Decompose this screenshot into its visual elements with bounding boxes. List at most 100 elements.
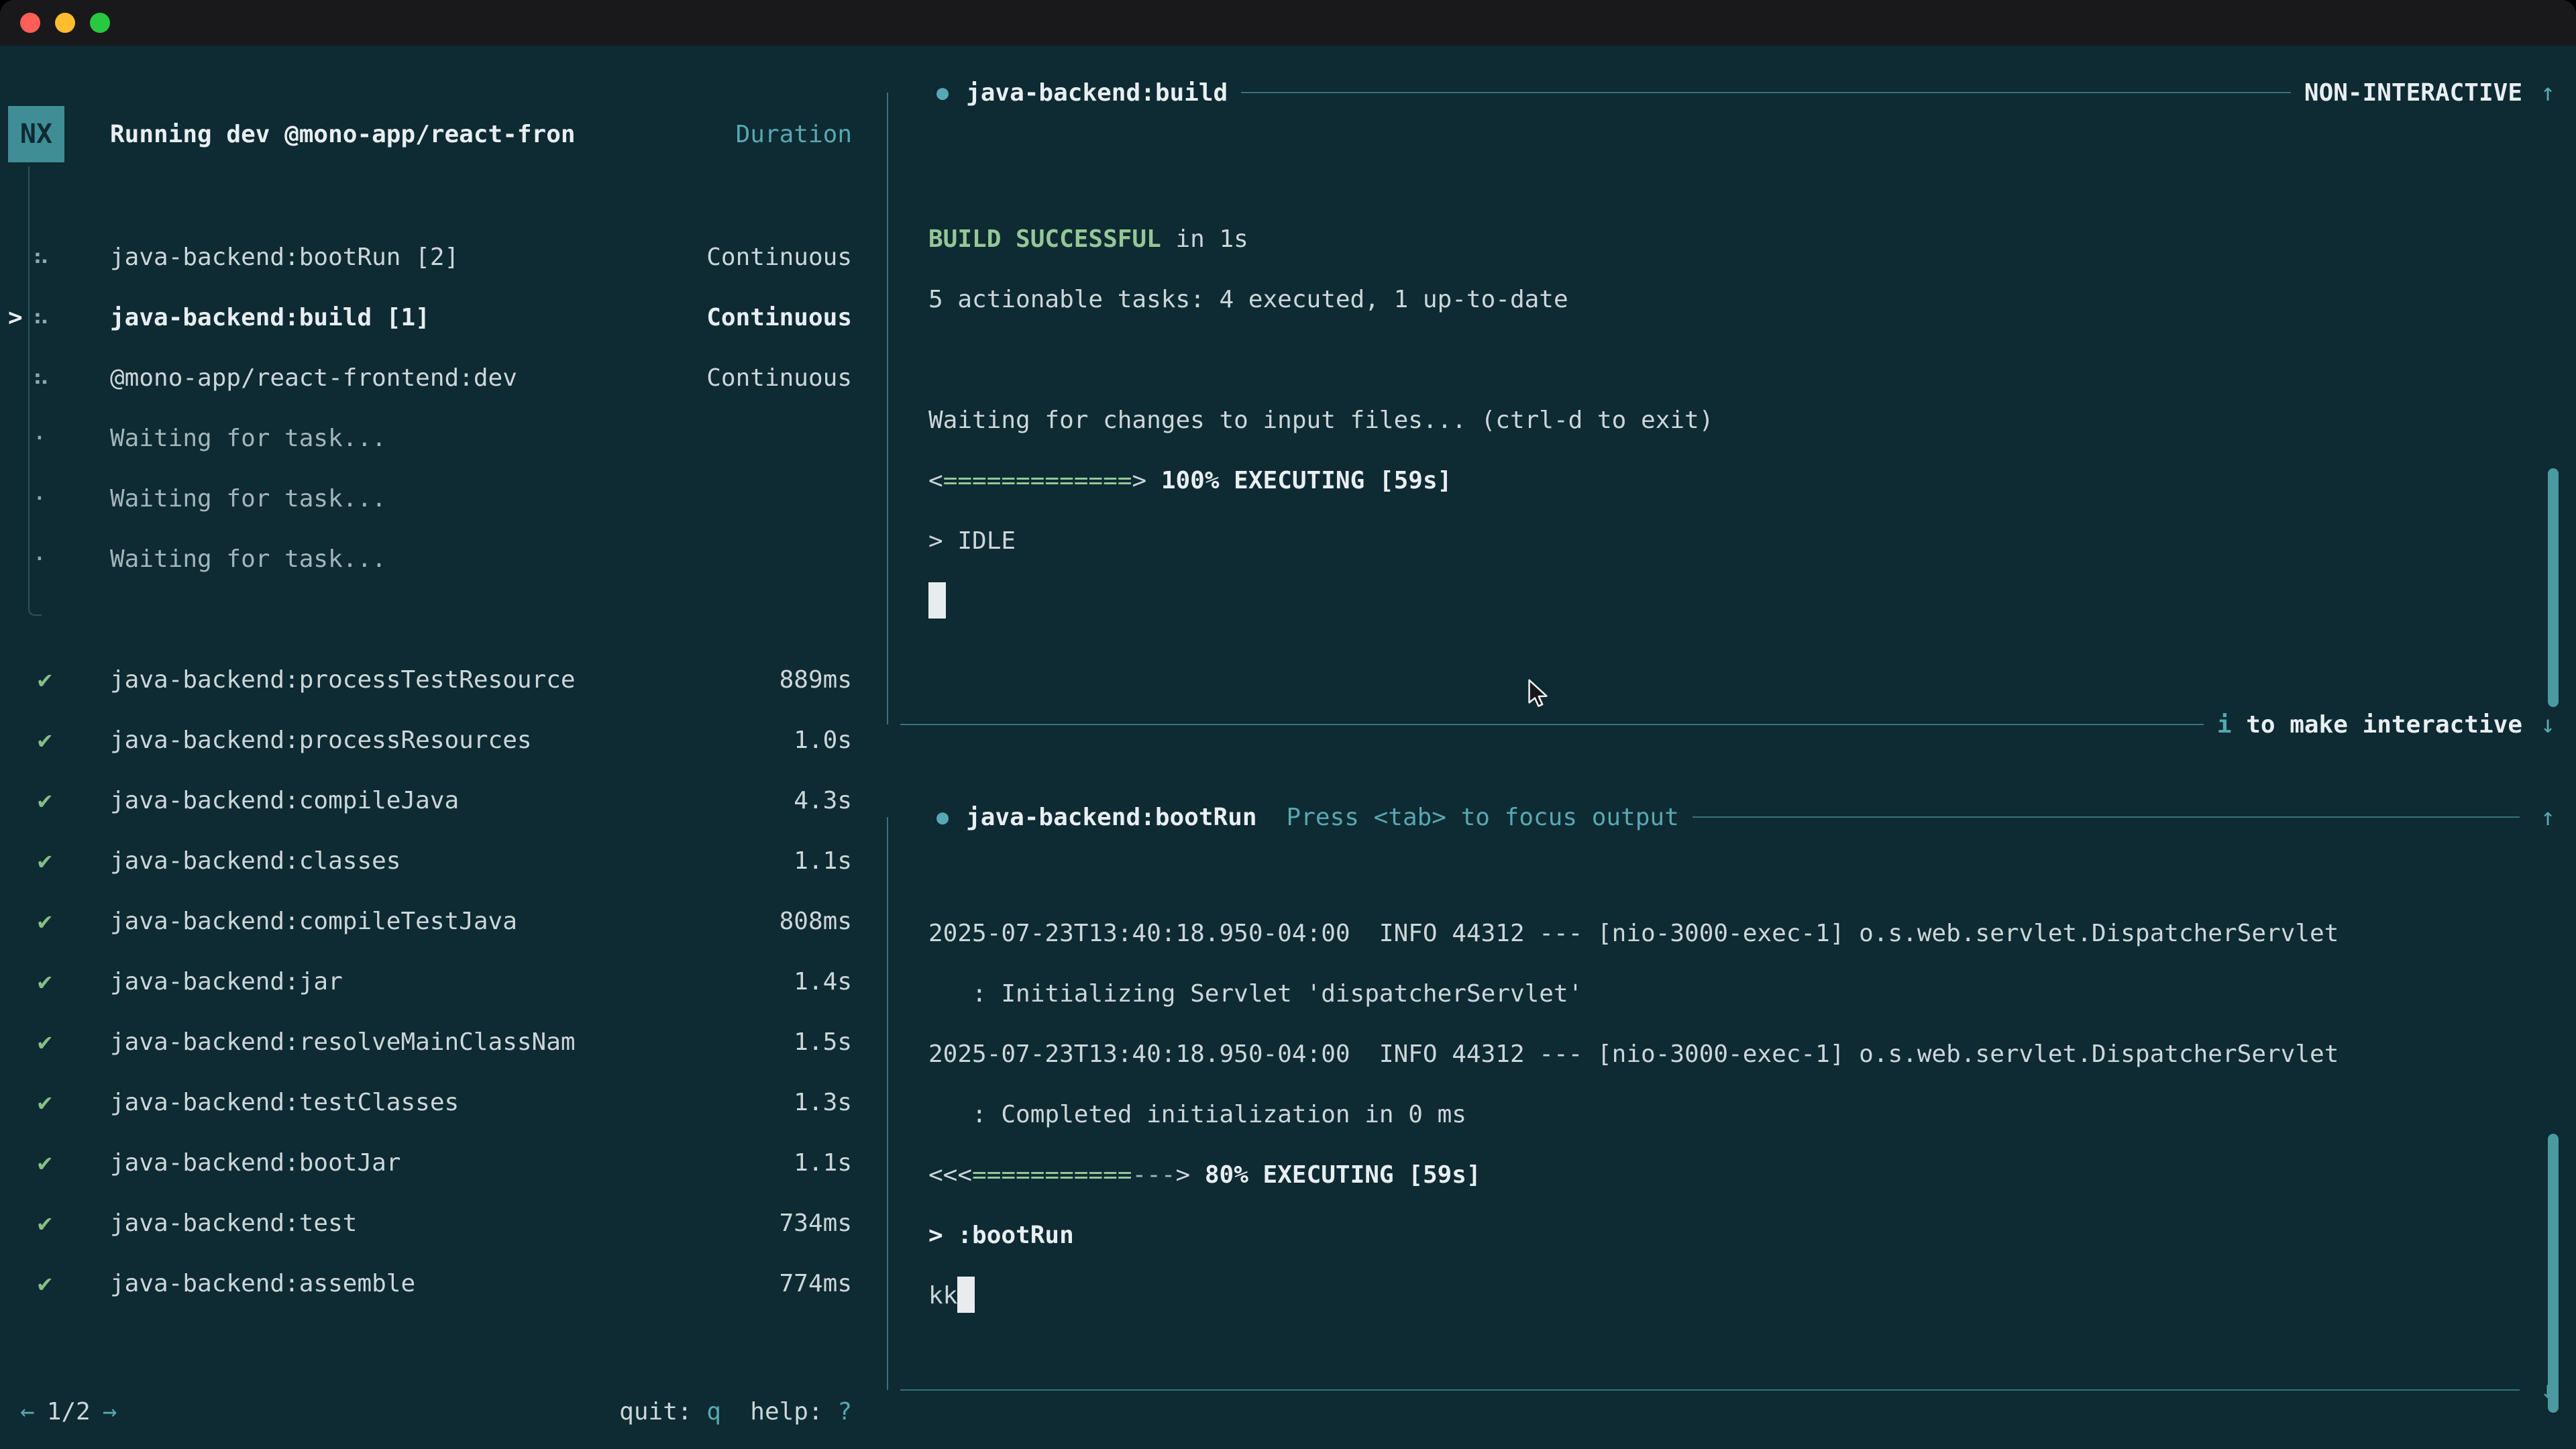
- task-duration: 889ms: [780, 666, 852, 694]
- task-row-waiting: · Waiting for task...: [0, 408, 887, 468]
- input-line[interactable]: kk: [928, 1266, 2563, 1326]
- spinner-icon: ⠦: [32, 364, 50, 392]
- task-label: java-backend:compileTestJava: [110, 908, 517, 935]
- progress-status: 80% EXECUTING [59s]: [1190, 1161, 1481, 1189]
- pager-prev-icon[interactable]: ←: [20, 1398, 35, 1426]
- task-label: java-backend:testClasses: [110, 1089, 459, 1116]
- close-button[interactable]: [20, 13, 40, 33]
- build-time-text: in 1s: [1161, 225, 1248, 253]
- build-panel-title: java-backend:build: [966, 79, 1228, 107]
- pager: ← 1/2 →: [20, 1398, 117, 1426]
- task-label: java-backend:bootRun [2]: [110, 244, 459, 271]
- task-row-done[interactable]: ✔ java-backend:testClasses 1.3s: [0, 1072, 887, 1132]
- task-label: Waiting for task...: [110, 545, 386, 573]
- waiting-line: Waiting for changes to input files... (c…: [928, 390, 2563, 451]
- run-command-title: Running dev @mono-app/react-fron: [110, 121, 576, 148]
- blank-line: [928, 330, 2563, 390]
- build-successful-text: BUILD SUCCESSFUL: [928, 225, 1161, 253]
- task-label: @mono-app/react-frontend:dev: [110, 364, 517, 392]
- nx-tui: NX Running dev @mono-app/react-fron Dura…: [0, 46, 2576, 1449]
- task-row-done[interactable]: ✔ java-backend:compileTestJava 808ms: [0, 891, 887, 951]
- pager-next-icon[interactable]: →: [103, 1398, 117, 1426]
- focus-output-hint: Press <tab> to focus output: [1287, 804, 1679, 831]
- prompt-line: > :bootRun: [928, 1205, 2563, 1266]
- task-label: Waiting for task...: [110, 425, 386, 452]
- task-duration: 774ms: [780, 1270, 852, 1297]
- scrollbar-thumb-bootrun[interactable]: [2548, 1134, 2559, 1413]
- check-icon: ✔: [38, 787, 52, 814]
- task-status: Continuous: [706, 364, 852, 392]
- task-label: java-backend:bootJar: [110, 1149, 400, 1177]
- pager-page-indicator: 1/2: [47, 1398, 91, 1426]
- scroll-up-icon[interactable]: ↑: [2533, 804, 2563, 831]
- progress-open: <<<: [928, 1161, 972, 1189]
- progress-open: <: [928, 467, 943, 494]
- task-row-done[interactable]: ✔ java-backend:compileJava 4.3s: [0, 770, 887, 830]
- bootrun-terminal-output[interactable]: 2025-07-23T13:40:18.950-04:00 INFO 44312…: [887, 833, 2563, 1374]
- spinner-icon: ⠦: [32, 304, 50, 331]
- task-row-done[interactable]: ✔ java-backend:bootJar 1.1s: [0, 1132, 887, 1193]
- terminal-cursor: [957, 1277, 975, 1313]
- task-row-done[interactable]: ✔ java-backend:assemble 774ms: [0, 1253, 887, 1313]
- pending-dot-icon: ·: [32, 425, 47, 452]
- build-terminal-output[interactable]: BUILD SUCCESSFUL in 1s 5 actionable task…: [887, 109, 2563, 708]
- quit-hint-label: quit:: [619, 1398, 706, 1426]
- keyboard-hints: quit: q help: ?: [619, 1398, 852, 1426]
- task-row-done[interactable]: ✔ java-backend:processTestResource 889ms: [0, 649, 887, 710]
- task-label: Waiting for task...: [110, 485, 386, 513]
- scrollbar-thumb-build[interactable]: [2548, 468, 2559, 707]
- task-duration: 1.1s: [794, 847, 852, 875]
- tasks-summary-line: 5 actionable tasks: 4 executed, 1 up-to-…: [928, 270, 2563, 330]
- scroll-down-icon[interactable]: ↓: [2533, 711, 2563, 739]
- task-label: java-backend:compileJava: [110, 787, 459, 814]
- task-row-frontend-dev[interactable]: ⠦ @mono-app/react-frontend:dev Continuou…: [0, 347, 887, 408]
- task-duration: 1.5s: [794, 1028, 852, 1056]
- nx-logo: NX: [8, 106, 64, 162]
- task-label: java-backend:test: [110, 1210, 357, 1237]
- task-row-bootrun[interactable]: ⠦ java-backend:bootRun [2] Continuous: [0, 227, 887, 287]
- sidebar-footer: ← 1/2 → quit: q help: ?: [20, 1390, 852, 1433]
- task-label: java-backend:classes: [110, 847, 400, 875]
- task-status: Continuous: [706, 304, 852, 331]
- task-row-done[interactable]: ✔ java-backend:test 734ms: [0, 1193, 887, 1253]
- build-result-line: BUILD SUCCESSFUL in 1s: [928, 209, 2563, 270]
- panel-gap: [887, 741, 2563, 801]
- spinner-icon: ⠦: [32, 244, 50, 271]
- scroll-up-icon[interactable]: ↑: [2533, 79, 2563, 107]
- progress-bar-fill: =============: [943, 467, 1132, 494]
- quit-key: q: [706, 1398, 721, 1426]
- task-duration: 1.3s: [794, 1089, 852, 1116]
- task-label: java-backend:build [1]: [110, 304, 430, 331]
- maximize-button[interactable]: [90, 13, 110, 33]
- task-bullet-icon: ●: [936, 806, 949, 829]
- check-icon: ✔: [38, 666, 52, 694]
- header-rule: [1693, 816, 2520, 818]
- task-row-done[interactable]: ✔ java-backend:jar 1.4s: [0, 951, 887, 1012]
- task-duration: 734ms: [780, 1210, 852, 1237]
- footer-rule: [900, 724, 2204, 725]
- bootrun-output-panel: ● java-backend:bootRun Press <tab> to fo…: [887, 801, 2563, 1406]
- interactive-hint: i to make interactive: [2217, 711, 2522, 739]
- task-row-done[interactable]: ✔ java-backend:resolveMainClassNam 1.5s: [0, 1012, 887, 1072]
- task-status: Continuous: [706, 244, 852, 271]
- duration-column-header: Duration: [736, 121, 852, 148]
- task-duration: 1.1s: [794, 1149, 852, 1177]
- gradle-progress-line: <=============> 100% EXECUTING [59s]: [928, 451, 2563, 511]
- output-panels: ● java-backend:build NON-INTERACTIVE ↑ B…: [887, 46, 2576, 1449]
- cursor-line: [928, 572, 2563, 632]
- task-label: java-backend:processTestResource: [110, 666, 576, 694]
- task-sidebar: NX Running dev @mono-app/react-fron Dura…: [0, 46, 887, 1449]
- check-icon: ✔: [38, 847, 52, 875]
- check-icon: ✔: [38, 727, 52, 754]
- completed-task-list: ✔ java-backend:processTestResource 889ms…: [0, 649, 887, 1313]
- task-duration: 808ms: [780, 908, 852, 935]
- hint-spacer: [721, 1398, 750, 1426]
- check-icon: ✔: [38, 1028, 52, 1056]
- minimize-button[interactable]: [55, 13, 75, 33]
- running-task-list: ⠦ java-backend:bootRun [2] Continuous > …: [0, 227, 887, 589]
- task-row-done[interactable]: ✔ java-backend:classes 1.1s: [0, 830, 887, 891]
- check-icon: ✔: [38, 968, 52, 996]
- task-row-build[interactable]: > ⠦ java-backend:build [1] Continuous: [0, 287, 887, 347]
- task-row-done[interactable]: ✔ java-backend:processResources 1.0s: [0, 710, 887, 770]
- task-label: java-backend:assemble: [110, 1270, 415, 1297]
